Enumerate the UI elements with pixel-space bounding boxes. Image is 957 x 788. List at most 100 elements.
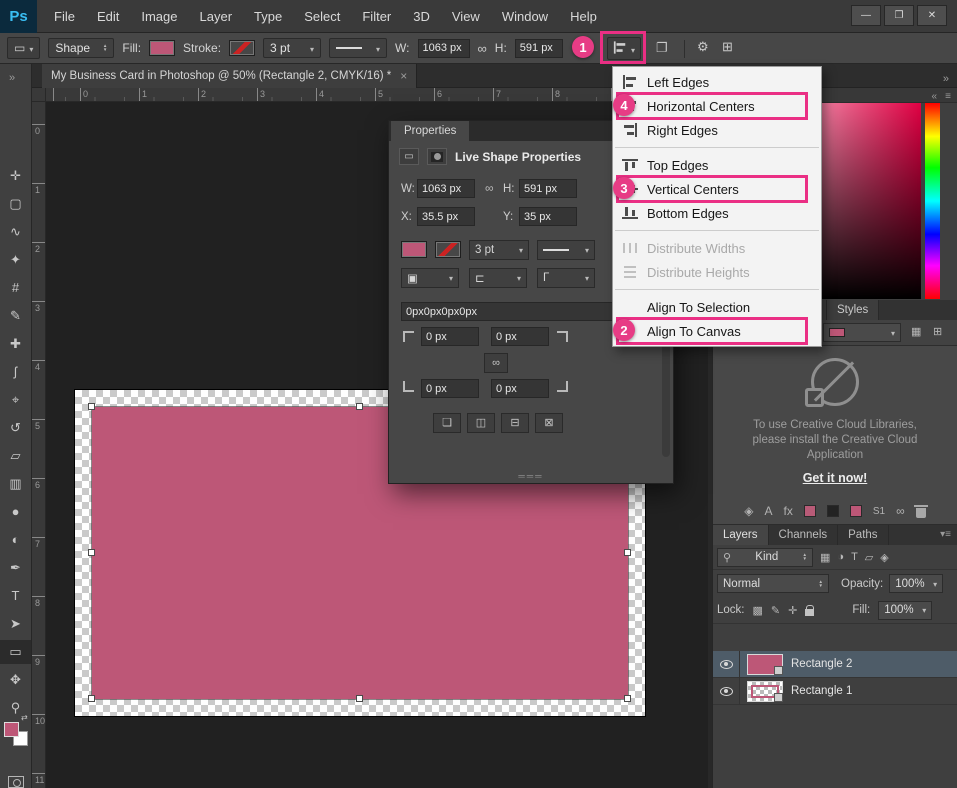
- color-asset-swatch[interactable]: [804, 505, 816, 517]
- tab-paths[interactable]: Paths: [838, 525, 888, 545]
- prop-stroke-type-select[interactable]: [537, 240, 595, 260]
- stroke-type-select[interactable]: [329, 38, 387, 58]
- menu-filter[interactable]: Filter: [351, 0, 402, 33]
- collapse-panel-icon[interactable]: «: [931, 91, 937, 102]
- prop-x-input[interactable]: [417, 207, 475, 226]
- stroke-width-select[interactable]: 3 pt: [263, 38, 321, 58]
- visibility-toggle[interactable]: [713, 651, 740, 678]
- dodge-tool[interactable]: ◐: [0, 528, 31, 552]
- stroke-swatch[interactable]: [229, 40, 255, 56]
- close-button[interactable]: ✕: [917, 5, 947, 26]
- bl-radius-input[interactable]: [421, 379, 479, 398]
- gradient-tool[interactable]: ▥: [0, 472, 31, 496]
- selection-handle[interactable]: [88, 549, 95, 556]
- fill-swatch[interactable]: [149, 40, 175, 56]
- foreground-color-swatch[interactable]: [4, 722, 19, 737]
- pathfinder-combine-button[interactable]: ❏: [433, 413, 461, 433]
- selection-handle[interactable]: [88, 403, 95, 410]
- properties-tab[interactable]: Properties: [391, 121, 469, 141]
- constrain-icon[interactable]: ⊞: [722, 39, 733, 55]
- get-it-now-link[interactable]: Get it now!: [713, 471, 957, 485]
- close-tab-icon[interactable]: ×: [400, 69, 407, 83]
- style-reference-icon[interactable]: S1: [873, 506, 885, 517]
- menu-item-horizontal-centers[interactable]: Horizontal Centers: [613, 94, 821, 118]
- path-alignment-button[interactable]: [607, 37, 641, 60]
- blur-tool[interactable]: ●: [0, 500, 31, 524]
- toolbar-chevron-icon[interactable]: [9, 68, 15, 86]
- height-input[interactable]: [515, 39, 563, 58]
- menu-image[interactable]: Image: [130, 0, 188, 33]
- prop-y-input[interactable]: [519, 207, 577, 226]
- layer-row-rectangle-2[interactable]: Rectangle 2: [713, 651, 957, 678]
- menu-help[interactable]: Help: [559, 0, 608, 33]
- crop-tool[interactable]: #: [0, 276, 31, 300]
- menu-item-align-to-selection[interactable]: Align To Selection: [613, 295, 821, 319]
- width-input[interactable]: [418, 39, 470, 58]
- tl-radius-input[interactable]: [421, 327, 479, 346]
- menu-item-top-edges[interactable]: Top Edges: [613, 153, 821, 177]
- style-swatch-select[interactable]: [823, 323, 901, 342]
- menu-file[interactable]: File: [43, 0, 86, 33]
- document-tab[interactable]: My Business Card in Photoshop @ 50% (Rec…: [42, 64, 417, 88]
- prop-stroke-swatch[interactable]: [435, 241, 461, 258]
- quick-mask-icon[interactable]: [8, 776, 24, 788]
- prop-width-input[interactable]: [417, 179, 475, 198]
- link-wh-icon[interactable]: ∞: [485, 181, 494, 195]
- grid-view-icon[interactable]: ▦: [911, 325, 921, 338]
- tab-channels[interactable]: Channels: [769, 525, 839, 545]
- ink-icon[interactable]: ◈: [744, 504, 753, 518]
- tool-mode-select[interactable]: Shape: [48, 38, 114, 58]
- trash-icon[interactable]: [916, 508, 926, 518]
- lock-pixels-icon[interactable]: ✎: [771, 604, 780, 617]
- restore-button[interactable]: ❐: [884, 5, 914, 26]
- selection-handle[interactable]: [624, 695, 631, 702]
- layer-style-icon[interactable]: fx: [784, 504, 793, 518]
- prop-height-input[interactable]: [519, 179, 577, 198]
- panel-menu-icon[interactable]: ▾≡: [940, 529, 951, 540]
- menu-layer[interactable]: Layer: [189, 0, 244, 33]
- move-tool[interactable]: ✛: [0, 164, 31, 188]
- chain-icon[interactable]: ∞: [896, 504, 905, 518]
- color-asset-swatch[interactable]: [850, 505, 862, 517]
- layer-thumbnail[interactable]: [747, 654, 783, 675]
- opacity-select[interactable]: 100%: [889, 574, 943, 593]
- text-style-icon[interactable]: A: [765, 504, 773, 518]
- horizontal-ruler[interactable]: 0 1 2 3 4 5 6 7 8: [32, 88, 708, 102]
- panel-resize-grip[interactable]: [518, 471, 543, 481]
- menu-type[interactable]: Type: [243, 0, 293, 33]
- menu-3d[interactable]: 3D: [402, 0, 441, 33]
- menu-item-bottom-edges[interactable]: Bottom Edges: [613, 201, 821, 225]
- rectangle-tool[interactable]: ▭: [0, 640, 31, 664]
- pathfinder-subtract-button[interactable]: ◫: [467, 413, 495, 433]
- tab-layers[interactable]: Layers: [713, 525, 769, 545]
- foreground-background-colors[interactable]: ⇄: [4, 722, 30, 750]
- link-radii-button[interactable]: ∞: [484, 353, 508, 373]
- dock-chevron-icon[interactable]: [943, 69, 949, 87]
- stroke-align-select[interactable]: ▣: [401, 268, 459, 288]
- stroke-corners-select[interactable]: Γ: [537, 268, 595, 288]
- pathfinder-exclude-button[interactable]: ⊠: [535, 413, 563, 433]
- menu-item-align-to-canvas[interactable]: Align To Canvas: [613, 319, 821, 343]
- fill-select[interactable]: 100%: [878, 601, 932, 620]
- path-selection-tool[interactable]: ➤: [0, 612, 31, 636]
- prop-fill-swatch[interactable]: [401, 241, 427, 258]
- path-arrange-icon[interactable]: ❐: [656, 40, 668, 56]
- visibility-toggle[interactable]: [713, 678, 740, 705]
- stroke-caps-select[interactable]: ⊏: [469, 268, 527, 288]
- history-brush-tool[interactable]: ↺: [0, 416, 31, 440]
- lock-transparency-icon[interactable]: ▩: [753, 604, 763, 617]
- kind-filter-select[interactable]: ⚲ Kind: [717, 548, 813, 567]
- layer-name[interactable]: Rectangle 1: [791, 685, 852, 697]
- healing-brush-tool[interactable]: ✚: [0, 332, 31, 356]
- tab-styles[interactable]: Styles: [827, 300, 879, 320]
- layer-name[interactable]: Rectangle 2: [791, 658, 852, 670]
- menu-item-right-edges[interactable]: Right Edges: [613, 118, 821, 142]
- brush-tool[interactable]: ʃ: [0, 360, 31, 384]
- color-asset-swatch[interactable]: [827, 505, 839, 517]
- eyedropper-tool[interactable]: ✎: [0, 304, 31, 328]
- br-radius-input[interactable]: [491, 379, 549, 398]
- blend-mode-select[interactable]: Normal: [717, 574, 829, 593]
- menu-edit[interactable]: Edit: [86, 0, 130, 33]
- tool-preset-button[interactable]: ▭: [7, 37, 40, 59]
- minimize-button[interactable]: —: [851, 5, 881, 26]
